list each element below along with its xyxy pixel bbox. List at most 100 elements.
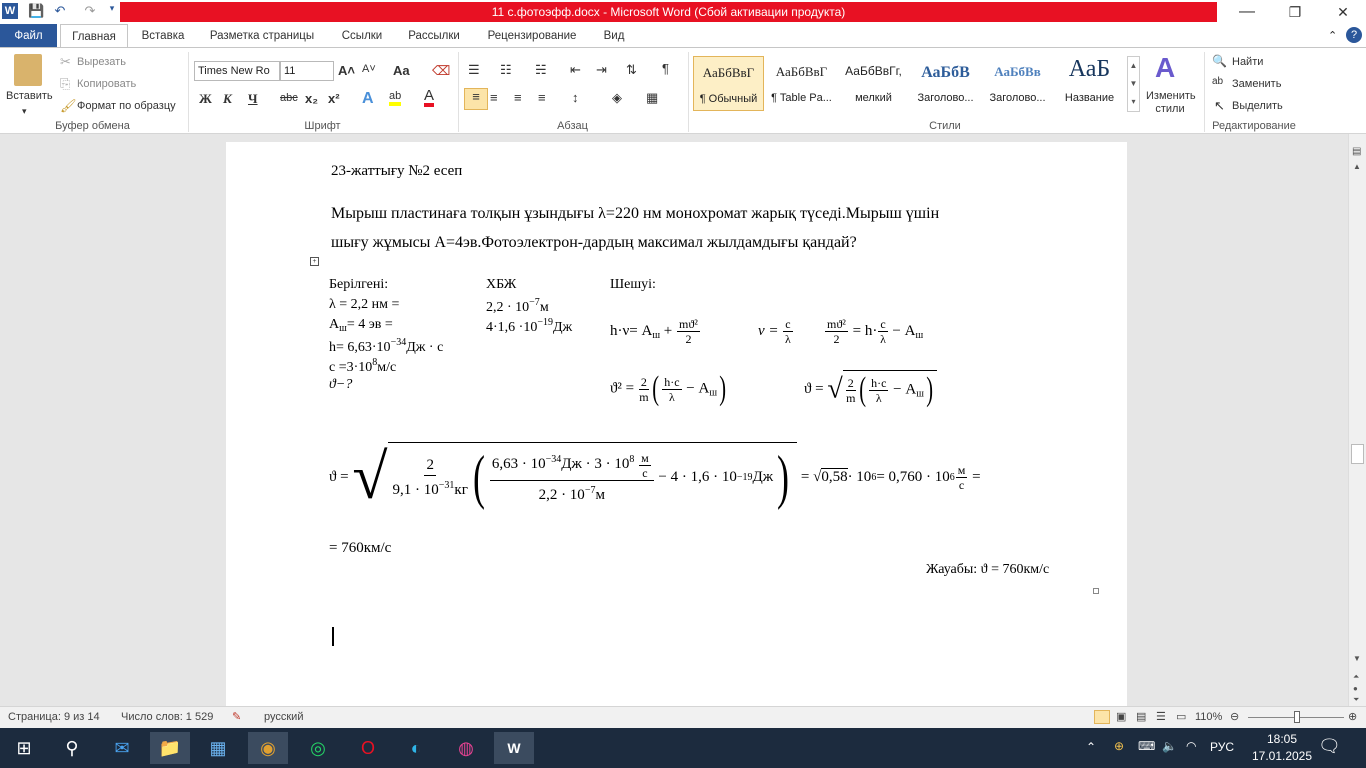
previous-page-icon[interactable]: ⏶ [1353,672,1359,682]
proofing-icon[interactable]: ✎ [232,707,241,728]
outline-view-icon[interactable]: ☰ [1156,707,1166,728]
edge-icon[interactable]: ◐ [396,732,436,764]
align-left-button[interactable]: ≡ [464,88,488,110]
show-formatting-icon[interactable]: ¶ [662,61,669,76]
cut-button[interactable]: Вырезать [77,56,126,68]
change-case-icon[interactable]: Aa [393,63,410,78]
highlight-icon[interactable]: ab [389,90,402,106]
align-right-button[interactable]: ≡ [514,90,522,105]
web-layout-view-icon[interactable]: ▤ [1136,707,1146,728]
zoom-in-icon[interactable]: ⊕ [1348,707,1357,728]
decrease-indent-icon[interactable]: ⇤ [570,62,581,78]
word-icon[interactable]: W [2,3,18,19]
full-screen-view-icon[interactable]: ▣ [1116,707,1126,728]
document-page[interactable]: 23-жаттығу №2 есеп Мырыш пластинаға толқ… [226,142,1127,706]
italic-button[interactable]: К [223,91,232,107]
keyboard-language[interactable]: РУС [1210,740,1234,754]
input-icon[interactable]: ⌨ [1138,739,1155,753]
increase-indent-icon[interactable]: ⇥ [596,62,607,78]
word-taskbar-icon[interactable]: W [494,732,534,764]
notifications-icon[interactable]: 🗨 [1318,736,1341,757]
tab-insert[interactable]: Вставка [134,24,192,48]
superscript-button[interactable]: x² [328,91,340,106]
draft-view-icon[interactable]: ▭ [1176,707,1186,728]
multilevel-list-icon[interactable]: ☵ [535,62,547,78]
select-button[interactable]: Выделить [1232,100,1283,112]
scroll-up-icon[interactable]: ▲ [1353,162,1361,171]
redo-icon[interactable]: ↷ [82,3,98,19]
table-move-handle-icon[interactable]: + [310,257,319,266]
tab-page-layout[interactable]: Разметка страницы [202,24,322,48]
help-icon[interactable]: ? [1346,27,1362,43]
change-styles-button[interactable]: Изменить стили [1146,90,1196,116]
mail-icon[interactable]: ✉ [102,732,142,764]
replace-button[interactable]: Заменить [1232,78,1281,90]
strikethrough-button[interactable]: abc [280,92,298,104]
font-name-select[interactable]: Times New Ro [194,61,280,81]
subscript-button[interactable]: x₂ [305,91,318,106]
scroll-down-icon[interactable]: ▼ [1353,654,1361,663]
scroll-thumb[interactable] [1351,444,1364,464]
opera-icon[interactable]: O [348,732,388,764]
zoom-slider-thumb[interactable] [1294,711,1301,723]
sort-icon[interactable]: ⇅ [626,62,637,78]
start-icon[interactable]: ⊞ [4,732,44,764]
tab-file[interactable]: Файл [0,24,57,48]
language[interactable]: русский [264,707,303,728]
tab-view[interactable]: Вид [596,24,632,48]
clear-formatting-icon[interactable]: ⌫ [432,63,450,79]
tray-app-icon[interactable]: ⊕ [1114,739,1124,753]
clock-time[interactable]: 18:05 [1252,732,1312,746]
restore-button[interactable]: ❐ [1272,0,1318,24]
store-icon[interactable]: ▦ [198,732,238,764]
save-icon[interactable]: 💾 [28,3,44,19]
ruler-toggle-icon[interactable]: ▤ [1352,146,1361,157]
font-size-select[interactable]: 11 [280,61,334,81]
find-button[interactable]: Найти [1232,56,1263,68]
tab-references[interactable]: Ссылки [334,24,390,48]
styles-scroll[interactable]: ▲ ▼ ▾ [1127,56,1140,112]
table-resize-handle[interactable] [1093,588,1099,594]
style-heading-2[interactable]: АаБбВв Заголово... [982,56,1053,111]
zoom-out-icon[interactable]: ⊖ [1230,707,1239,728]
style-table-paragraph[interactable]: АаБбВвГ ¶ Table Pa... [766,56,837,111]
wifi-icon[interactable]: ◠ [1186,739,1196,753]
align-center-button[interactable]: ≡ [490,90,498,105]
style-small[interactable]: АаБбВвГг, мелкий [838,56,909,111]
volume-icon[interactable]: 🔈 [1162,739,1177,753]
show-hidden-icons[interactable]: ⌃ [1086,740,1096,754]
borders-icon[interactable]: ▦ [646,90,658,106]
next-page-icon[interactable]: ⏷ [1353,695,1359,705]
browse-object-icon[interactable]: ● [1353,684,1358,693]
page-count[interactable]: Страница: 9 из 14 [8,707,100,728]
justify-button[interactable]: ≡ [538,90,546,105]
style-normal[interactable]: АаБбВвГ ¶ Обычный [693,56,764,111]
bullets-icon[interactable]: ☰ [468,62,480,78]
underline-button[interactable]: Ч [248,91,258,107]
tab-home[interactable]: Главная [60,24,128,49]
close-button[interactable]: ✕ [1320,0,1366,24]
bold-button[interactable]: Ж [199,91,212,107]
line-spacing-icon[interactable]: ↕ [572,90,579,105]
style-heading-1[interactable]: АаБбВ Заголово... [910,56,981,111]
chrome-icon[interactable]: ◉ [248,732,288,764]
whatsapp-icon[interactable]: ◎ [298,732,338,764]
paste-icon[interactable] [14,54,42,86]
grow-font-icon[interactable]: A˄ [338,63,355,78]
shading-icon[interactable]: ◈ [612,90,622,106]
text-effects-icon[interactable]: A [362,90,374,108]
collapse-ribbon-icon[interactable]: ⌃ [1328,29,1337,42]
tab-mailings[interactable]: Рассылки [400,24,468,48]
file-explorer-icon[interactable]: 📁 [150,732,190,764]
clock-date[interactable]: 17.01.2025 [1246,749,1318,763]
font-color-icon[interactable]: A [424,88,435,107]
undo-icon[interactable]: ↶ [52,3,68,19]
numbering-icon[interactable]: ☷ [500,62,512,78]
tab-review[interactable]: Рецензирование [478,24,586,48]
customize-icon[interactable]: ▾ [104,3,120,19]
copy-button[interactable]: Копировать [77,78,136,90]
zoom-level[interactable]: 110% [1195,707,1222,728]
print-layout-view-icon[interactable] [1094,710,1110,724]
minimize-button[interactable]: — [1227,0,1267,24]
vertical-scrollbar[interactable]: ▤ ▲ ▼ ⏶ ● ⏷ [1348,134,1366,706]
